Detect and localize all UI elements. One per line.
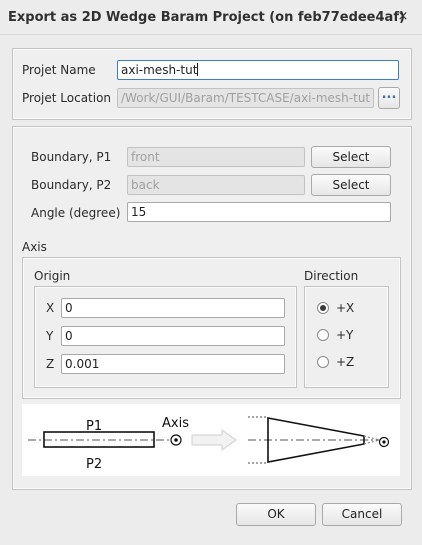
ok-button[interactable]: OK <box>236 503 316 526</box>
angle-input[interactable]: 15 <box>127 202 391 222</box>
origin-x-input[interactable]: 0 <box>61 298 285 318</box>
angle-value: 15 <box>131 205 147 219</box>
origin-y-input[interactable]: 0 <box>61 326 285 346</box>
text-caret <box>197 63 199 76</box>
wedge-tip-bottom <box>363 439 381 445</box>
direction-z-radio[interactable] <box>317 356 329 368</box>
wedge-diagram: P1 P2 Axis <box>22 404 400 476</box>
wedge-axis-point-dot <box>382 440 386 444</box>
boundary-p1-input[interactable]: front <box>127 147 305 167</box>
direction-y-radio[interactable] <box>317 329 329 341</box>
origin-z-input[interactable]: 0.001 <box>61 354 285 374</box>
origin-z-label: Z <box>46 357 55 371</box>
direction-z-label[interactable]: +Z <box>336 355 354 369</box>
window-title: Export as 2D Wedge Baram Project (on feb… <box>8 10 405 25</box>
project-location-label: Projet Location <box>22 91 112 105</box>
browse-location-button[interactable]: ... <box>378 87 400 109</box>
project-name-input[interactable]: axi-mesh-tut <box>117 60 399 80</box>
axis-diagram-label: Axis <box>162 416 189 431</box>
axis-point-dot <box>174 438 178 442</box>
axis-group-label: Axis <box>22 240 47 254</box>
project-location-value: /Work/GUI/Baram/TESTCASE/axi-mesh-tut <box>121 91 371 105</box>
origin-y-value: 0 <box>65 329 73 343</box>
select-p2-button[interactable]: Select <box>311 174 391 196</box>
origin-x-label: X <box>46 301 55 315</box>
project-name-value: axi-mesh-tut <box>121 63 198 77</box>
origin-z-value: 0.001 <box>65 357 100 371</box>
cancel-button[interactable]: Cancel <box>322 503 402 526</box>
wedge-diagram-svg: P1 P2 Axis <box>28 416 390 472</box>
p2-diagram-label: P2 <box>86 457 102 472</box>
project-panel <box>12 48 412 120</box>
origin-y-label: Y <box>46 329 54 343</box>
close-icon[interactable]: × <box>394 8 412 26</box>
direction-x-label[interactable]: +X <box>336 301 354 315</box>
wedge-tip-top <box>363 435 381 441</box>
direction-x-radio[interactable] <box>317 302 329 314</box>
boundary-p1-value: front <box>131 150 160 164</box>
origin-x-value: 0 <box>65 301 73 315</box>
boundary-p2-input[interactable]: back <box>127 175 305 195</box>
direction-y-label[interactable]: +Y <box>336 328 353 342</box>
project-location-input[interactable]: /Work/GUI/Baram/TESTCASE/axi-mesh-tut <box>117 88 374 108</box>
direction-label: Direction <box>304 269 359 283</box>
p1-diagram-label: P1 <box>86 419 102 434</box>
boundary-p1-label: Boundary, P1 <box>31 150 112 164</box>
select-p1-button[interactable]: Select <box>311 146 391 168</box>
boundary-p2-label: Boundary, P2 <box>31 178 112 192</box>
title-bar: Export as 2D Wedge Baram Project (on feb… <box>0 0 422 35</box>
boundary-p2-value: back <box>131 178 160 192</box>
project-name-label: Projet Name <box>22 63 96 77</box>
origin-label: Origin <box>34 269 71 283</box>
arrow-right-icon <box>191 429 237 451</box>
angle-label: Angle (degree) <box>31 206 121 220</box>
